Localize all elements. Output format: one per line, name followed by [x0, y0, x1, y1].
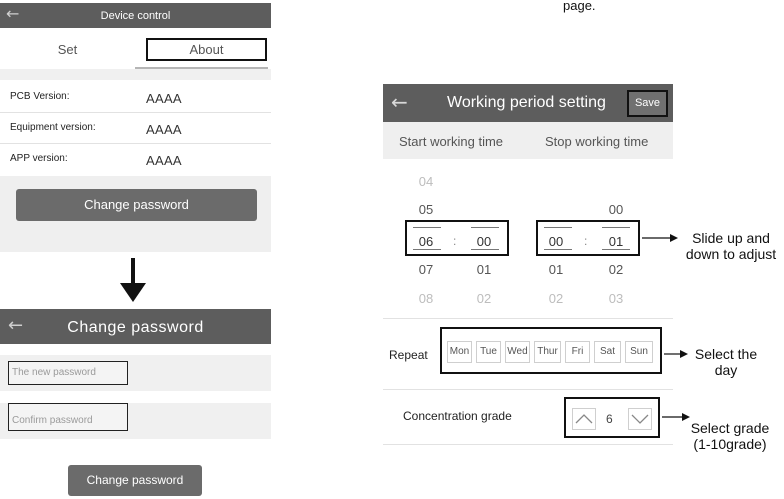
- annotation-arrows: [642, 234, 690, 421]
- day-annotation-line: Select the: [694, 346, 758, 362]
- slide-annotation: Slide up and down to adjust: [676, 230, 784, 262]
- grade-annotation: Select grade (1-10grade): [676, 420, 784, 452]
- grade-annotation-line: (1-10grade): [693, 436, 767, 452]
- slide-annotation-line: down to adjust: [685, 246, 777, 262]
- day-annotation-line: day: [714, 362, 738, 378]
- slide-annotation-line: Slide up and: [692, 230, 770, 246]
- day-annotation: Select the day: [686, 346, 766, 378]
- grade-annotation-line: Select grade: [690, 420, 770, 436]
